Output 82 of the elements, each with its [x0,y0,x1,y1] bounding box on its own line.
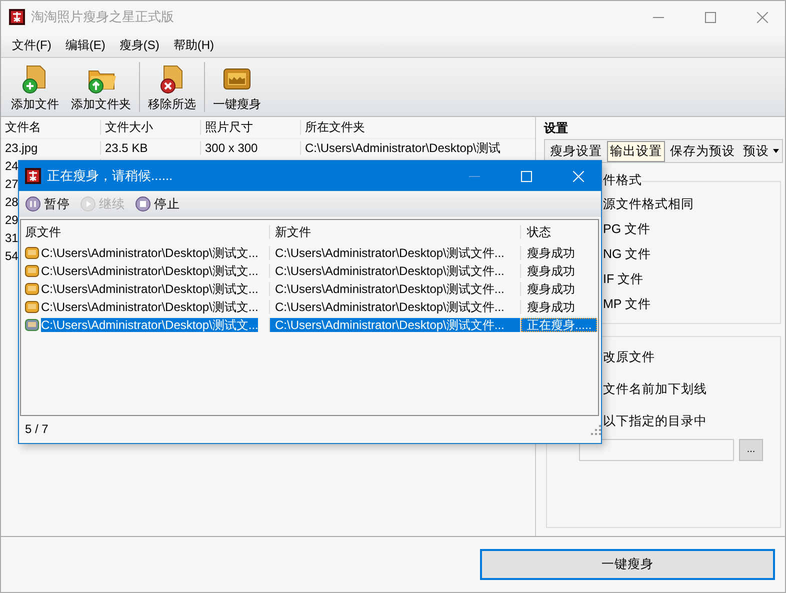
option-label[interactable]: 改原文件 [603,350,655,364]
toolbar-button[interactable]: 停止 [133,196,182,212]
toolbar-button[interactable]: 添加文件 [5,58,65,116]
toolbar-button[interactable]: 暂停 [23,196,72,212]
resize-grip-icon [591,424,601,434]
close-icon [572,170,584,182]
table-cell: C:\Users\Administrator\Desktop\测试文件... [270,264,521,278]
table-cell: 23.5 KB [105,140,148,155]
table-cell: 24 [5,158,18,173]
column-header[interactable]: 状态 [521,224,597,240]
table-cell: 300 x 300 [205,140,258,155]
image-file-icon [25,246,39,259]
table-cell: C:\Users\Administrator\Desktop\测试文件... [270,318,521,332]
column-header[interactable]: 原文件 [21,224,270,240]
app-icon [9,9,25,25]
image-file-icon [25,318,39,331]
image-file-icon [25,264,39,277]
image-file-icon [25,300,39,313]
app-icon [25,168,41,184]
window-title: 淘淘照片瘦身之星正式版 [31,9,174,25]
tab[interactable]: 输出设置 [607,140,665,162]
toolbar-button[interactable]: 一键瘦身 [207,58,267,116]
tab[interactable]: 保存为预设 [667,140,738,162]
column-header[interactable]: 文件名 [1,120,101,135]
table-cell: 23.jpg [5,140,38,155]
table-cell: 54 [5,248,18,263]
stop-icon [135,196,151,212]
table-cell: 28 [5,194,18,209]
browse-button[interactable]: ... [739,439,763,461]
close-icon [756,12,768,22]
menu-item[interactable]: 瘦身(S) [112,38,166,52]
table-cell: C:\Users\Administrator\Desktop\测试文... [41,264,258,278]
settings-title: 设置 [544,121,569,137]
image-file-icon [25,282,39,295]
table-cell: C:\Users\Administrator\Desktop\测试文... [41,282,258,296]
table-cell: C:\Users\Administrator\Desktop\测试文... [41,318,258,332]
run-button[interactable]: 一键瘦身 [480,549,775,580]
table-row[interactable]: C:\Users\Administrator\Desktop\测试文... C:\Users\Administrator\Desktop\测试文件... 瘦身成功 [21,262,598,280]
column-header[interactable]: 照片尺寸 [201,120,301,135]
toolbar-button[interactable]: 移除所选 [142,58,202,116]
table-cell: C:\Users\Administrator\Desktop\测试文件... [270,300,521,314]
column-header[interactable]: 文件大小 [101,120,201,135]
table-cell-text: 瘦身成功 [526,264,576,278]
table-cell-text: 瘦身成功 [526,300,576,314]
folder-field[interactable] [579,439,734,461]
option-label[interactable]: PG 文件 [603,222,651,237]
table-cell: 29 [5,212,18,227]
dialog-title: 正在瘦身，请稍候...... [47,168,173,184]
table-cell: C:\Users\Administrator\Desktop\测试文件... [270,246,521,260]
table-cell: 31 [5,230,18,245]
table-row[interactable]: C:\Users\Administrator\Desktop\测试文... C:\Users\Administrator\Desktop\测试文件... 瘦身成功 [21,298,598,316]
menu-item[interactable]: 文件(F) [5,38,58,52]
table-cell: 正在瘦身..... [521,318,597,332]
option-label[interactable]: MP 文件 [603,297,651,312]
table-row[interactable]: C:\Users\Administrator\Desktop\测试文... C:\Users\Administrator\Desktop\测试文件... 瘦身成功 [21,280,598,298]
menu-item[interactable]: 编辑(E) [58,38,112,52]
menu-item[interactable]: 帮助(H) [166,38,221,52]
table-row[interactable]: C:\Users\Administrator\Desktop\测试文... C:\Users\Administrator\Desktop\测试文件... 瘦身成功 [21,244,598,262]
progress-count: 5 / 7 [25,422,48,437]
column-header[interactable]: 新文件 [270,224,521,240]
tab[interactable]: 预设 [740,140,782,162]
table-cell: 27 [5,176,18,191]
option-label[interactable]: 源文件格式相同 [603,197,694,212]
play-icon [80,196,96,212]
pause-icon [25,196,41,212]
table-cell-text: 瘦身成功 [526,282,576,296]
table-cell: C:\Users\Administrator\Desktop\测试 [305,140,500,155]
table-cell: C:\Users\Administrator\Desktop\测试文... [41,300,258,314]
table-cell: C:\Users\Administrator\Desktop\测试文件... [270,282,521,296]
toolbar-button[interactable]: 添加文件夹 [65,58,137,116]
option-label[interactable]: 文件名前加下划线 [603,382,707,396]
table-cell-text: 瘦身成功 [526,246,576,260]
option-label[interactable]: 以下指定的目录中 [603,414,707,428]
option-label[interactable]: IF 文件 [603,272,644,287]
column-header[interactable]: 所在文件夹 [301,120,536,135]
table-cell: C:\Users\Administrator\Desktop\测试文... [41,246,258,260]
maximize-icon [704,12,716,22]
group-title: 件格式 [603,173,642,188]
tab[interactable]: 瘦身设置 [547,140,605,162]
maximize-icon [520,170,532,182]
option-label[interactable]: NG 文件 [603,247,652,262]
table-row[interactable]: C:\Users\Administrator\Desktop\测试文... C:\Users\Administrator\Desktop\测试文件... 正在瘦身..... [21,316,598,334]
